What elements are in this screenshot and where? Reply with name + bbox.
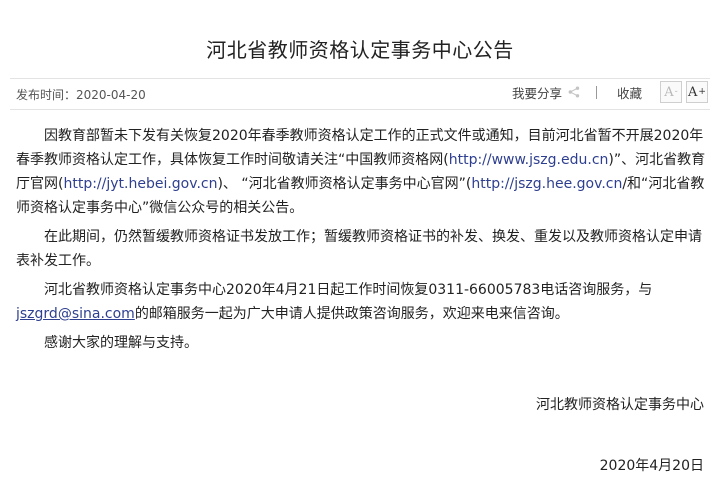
link-jszg-hee[interactable]: http://jszg.hee.gov.cn [471, 176, 622, 192]
share-button[interactable]: 我要分享 [512, 83, 580, 102]
publish-label: 发布时间： [16, 88, 77, 102]
font-larger-button[interactable]: A + [686, 81, 708, 103]
paragraph-1: 因教育部暂未下发有关恢复2020年春季教师资格认定工作的正式文件或通知，目前河北… [16, 124, 706, 220]
article-tools: 我要分享 收藏 A- A + [512, 81, 708, 103]
font-larger-sign: + [698, 87, 706, 97]
announcement-page: 河北省教师资格认定事务中心公告 发布时间：2020-04-20 我要分享 收藏 … [0, 0, 720, 487]
font-smaller-sign: - [674, 87, 678, 97]
share-label: 我要分享 [511, 85, 562, 101]
publish-date: 2020-04-20 [76, 88, 146, 102]
page-title: 河北省教师资格认定事务中心公告 [206, 38, 514, 62]
signature: 河北教师资格认定事务中心 [536, 397, 704, 413]
link-jyt-hebei[interactable]: http://jyt.hebei.gov.cn [63, 176, 217, 192]
signature-date: 2020年4月20日 [599, 458, 704, 474]
paragraph-4: 感谢大家的理解与支持。 [44, 335, 198, 351]
link-jszg-edu[interactable]: http://www.jszg.edu.cn [449, 152, 609, 168]
font-smaller-button[interactable]: A- [660, 81, 682, 103]
font-smaller-icon: A [664, 84, 674, 100]
publish-info: 发布时间：2020-04-20 [16, 86, 146, 103]
favorite-button[interactable]: 收藏 [617, 83, 642, 102]
font-larger-icon: A [688, 84, 698, 100]
p3-text-2: 的邮箱服务一起为广大申请人提供政策咨询服务，欢迎来电来信咨询。 [134, 306, 569, 322]
paragraph-2: 在此期间，仍然暂缓教师资格证书发放工作；暂缓教师资格证书的补发、换发、重发以及教… [16, 229, 702, 269]
email-link[interactable]: jszgrd@sina.com [16, 306, 135, 322]
p3-text-1: 河北省教师资格认定事务中心2020年4月21日起工作时间恢复0311-66005… [44, 282, 653, 298]
share-icon [568, 86, 580, 98]
p1-text-3: )、 “河北省教师资格认定事务中心官网”( [217, 176, 472, 192]
meta-bar: 发布时间：2020-04-20 我要分享 收藏 A- A + [10, 78, 710, 110]
article-body: 因教育部暂未下发有关恢复2020年春季教师资格认定工作的正式文件或通知，目前河北… [16, 124, 706, 360]
tool-divider [595, 85, 597, 99]
paragraph-3: 河北省教师资格认定事务中心2020年4月21日起工作时间恢复0311-66005… [16, 278, 706, 326]
